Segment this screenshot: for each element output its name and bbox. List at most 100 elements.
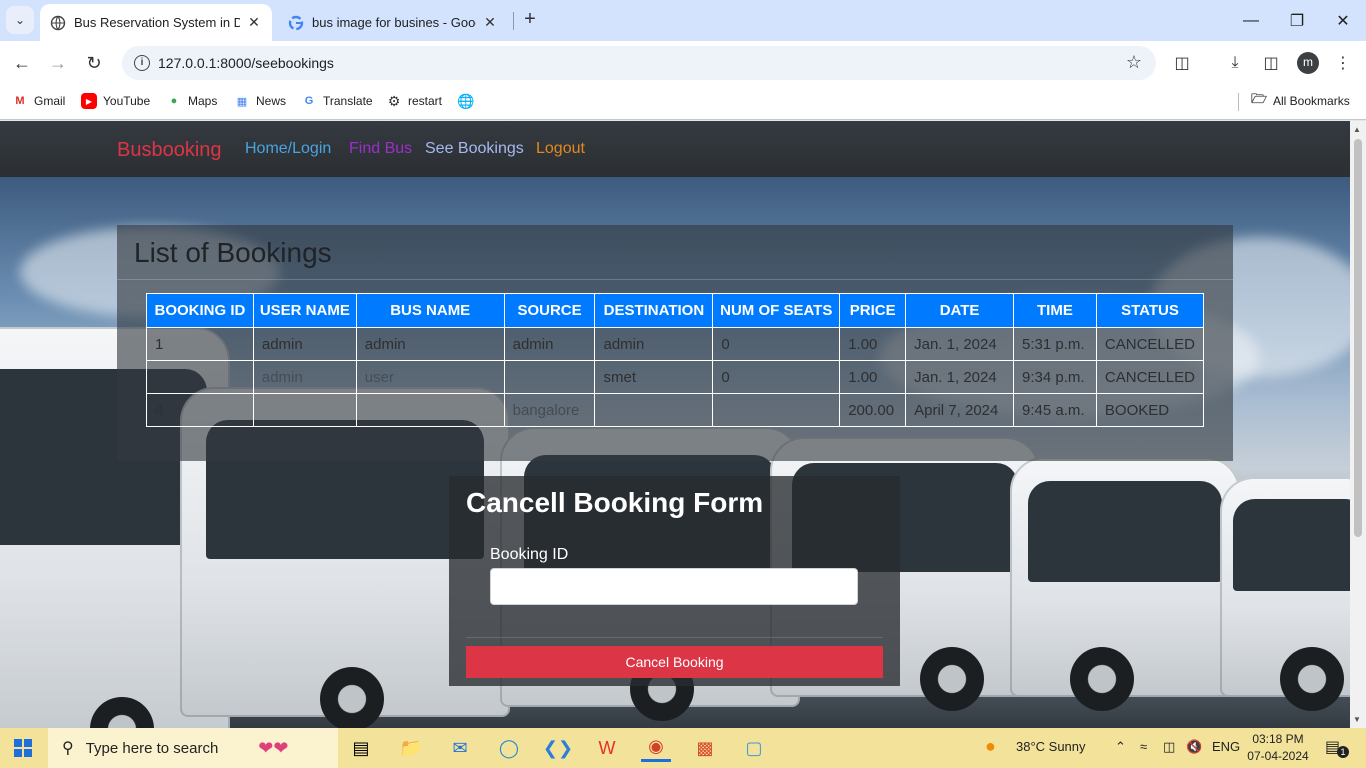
table-cell [594, 393, 714, 427]
taskbar-search-box[interactable]: ⚲ Type here to search ❤❤ [48, 728, 338, 768]
all-bookmarks-button[interactable]: 🗁 All Bookmarks [1251, 91, 1350, 109]
back-button[interactable]: ← [8, 49, 36, 77]
cancel-booking-button[interactable]: Cancel Booking [466, 646, 883, 678]
scroll-up-icon[interactable]: ▲ [1353, 125, 1361, 134]
booking-id-input[interactable] [490, 568, 858, 605]
bookmark-label: Maps [188, 94, 218, 108]
system-clock[interactable]: 03:18 PM 07-04-2024 [1244, 731, 1312, 765]
minimize-button[interactable]: — [1228, 0, 1274, 41]
side-panel-icon[interactable]: ◫ [1258, 50, 1284, 76]
vscode-icon[interactable]: ❮❯ [543, 734, 573, 762]
language-indicator[interactable]: ENG [1212, 739, 1240, 754]
close-icon[interactable]: ✕ [482, 14, 498, 31]
extensions-icon[interactable]: ◫ [1169, 50, 1195, 76]
table-cell: 0 [712, 327, 841, 361]
tab-search-button[interactable]: ⌄ [6, 6, 34, 34]
page-viewport: Busbooking Home/Login Find Bus See Booki… [0, 121, 1350, 728]
scroll-down-icon[interactable]: ▼ [1353, 715, 1361, 724]
site-info-icon[interactable]: i [134, 55, 150, 71]
close-icon[interactable]: ✕ [246, 14, 262, 31]
file-explorer-icon[interactable]: 📁 [396, 734, 426, 762]
new-tab-button[interactable]: + [518, 8, 542, 32]
speaker-muted-icon[interactable]: 🔇 [1186, 739, 1202, 755]
bookmark-label: News [256, 94, 287, 108]
chrome-icon[interactable]: ◉ [641, 734, 671, 762]
table-header-row: BOOKING ID USER NAME BUS NAME SOURCE DES… [146, 293, 1205, 328]
clock-date: 07-04-2024 [1247, 749, 1309, 763]
table-row: 4 bangalore 200.00 April 7, 2024 9:45 a.… [146, 393, 1205, 427]
bookings-heading: List of Bookings [134, 237, 332, 268]
column-header: DESTINATION [594, 293, 714, 328]
tray-chevron-up-icon[interactable]: ⌃ [1115, 739, 1126, 755]
windows-start-icon[interactable] [14, 739, 32, 757]
bookmark-globe[interactable]: 🌐 [457, 93, 480, 109]
brand-logo[interactable]: Busbooking [117, 139, 222, 162]
page-scrollbar[interactable]: ▲ ▼ [1350, 121, 1366, 728]
globe-icon [50, 15, 66, 30]
table-cell: Jan. 1, 2024 [905, 327, 1014, 361]
tab-google-search[interactable]: bus image for busines - Google ✕ [278, 4, 508, 41]
table-cell: 1 [146, 327, 254, 361]
table-cell [503, 360, 596, 394]
close-window-button[interactable]: ✕ [1320, 0, 1366, 41]
battery-icon[interactable]: ◫ [1163, 739, 1175, 755]
presentation-icon[interactable]: ▩ [690, 734, 720, 762]
avatar[interactable]: m [1297, 52, 1319, 74]
mail-icon[interactable]: ✉ [445, 734, 475, 762]
table-cell: CANCELLED [1095, 327, 1205, 361]
tab-title: bus image for busines - Google [312, 15, 476, 30]
table-cell: CANCELLED [1095, 360, 1205, 394]
address-bar[interactable]: i 127.0.0.1:8000/seebookings ☆ [122, 46, 1156, 80]
column-header: BUS NAME [355, 293, 505, 328]
cancel-booking-form: Cancell Booking Form Booking ID Cancel B… [449, 476, 900, 686]
edge-icon[interactable]: ◯ [494, 734, 524, 762]
weather-text[interactable]: 38°C Sunny [1016, 739, 1086, 754]
bookmarks-bar: M Gmail ▶ YouTube ● Maps ▦ News G Translate ⚙… [0, 85, 1366, 120]
arrow-left-icon: ← [13, 52, 31, 73]
bookmark-label: restart [408, 94, 443, 108]
menu-kebab-icon[interactable]: ⋮ [1330, 50, 1356, 76]
site-navbar: Busbooking Home/Login Find Bus See Booki… [0, 121, 1350, 177]
bookmark-translate[interactable]: G Translate [301, 93, 373, 109]
tab-separator [513, 12, 514, 30]
table-cell [712, 393, 841, 427]
table-cell: admin [503, 327, 596, 361]
forward-button[interactable]: → [44, 49, 72, 77]
table-cell: 1.00 [839, 327, 907, 361]
table-cell: 200.00 [839, 393, 907, 427]
nav-logout[interactable]: Logout [536, 140, 585, 158]
nav-home-login[interactable]: Home/Login [245, 140, 331, 158]
minimize-icon: — [1243, 11, 1259, 29]
bookmark-youtube[interactable]: ▶ YouTube [81, 93, 150, 109]
table-cell: 9:34 p.m. [1012, 360, 1097, 394]
nav-find-bus[interactable]: Find Bus [349, 140, 412, 158]
reload-button[interactable]: ↻ [80, 49, 108, 77]
table-cell: 0 [712, 360, 841, 394]
weather-sun-icon[interactable]: ● [985, 736, 996, 757]
notes-app-icon[interactable]: ▢ [739, 734, 769, 762]
bookmark-news[interactable]: ▦ News [234, 93, 286, 109]
wifi-icon[interactable]: ≈ [1140, 739, 1147, 754]
bookmark-gmail[interactable]: M Gmail [12, 93, 65, 109]
table-cell: bangalore [503, 393, 596, 427]
table-cell: admin [594, 327, 714, 361]
close-icon: ✕ [1336, 12, 1350, 30]
tab-strip: ⌄ Bus Reservation System in Djan ✕ bus i… [0, 0, 1366, 41]
table-cell [146, 360, 254, 394]
wps-office-icon[interactable]: W [592, 734, 622, 762]
table-cell: admin [252, 360, 357, 394]
task-view-icon[interactable]: ▤ [346, 734, 376, 762]
windows-taskbar: ⚲ Type here to search ❤❤ ▤ 📁 ✉ ◯ ❮❯ W ◉ … [0, 728, 1366, 768]
arrow-right-icon: → [49, 52, 67, 73]
bookmark-restart[interactable]: ⚙ restart [386, 93, 442, 109]
scroll-thumb[interactable] [1354, 139, 1362, 537]
url-text[interactable]: 127.0.0.1:8000/seebookings [158, 55, 334, 71]
restore-button[interactable]: ❐ [1274, 0, 1320, 41]
bookmark-star-icon[interactable]: ☆ [1126, 52, 1142, 73]
bus-shape [1220, 477, 1350, 711]
download-icon[interactable]: ⤓ [1222, 50, 1248, 76]
tab-bus-reservation[interactable]: Bus Reservation System in Djan ✕ [40, 4, 272, 41]
nav-see-bookings[interactable]: See Bookings [425, 140, 524, 158]
bookmark-maps[interactable]: ● Maps [166, 93, 218, 109]
gmail-icon: M [15, 95, 25, 107]
